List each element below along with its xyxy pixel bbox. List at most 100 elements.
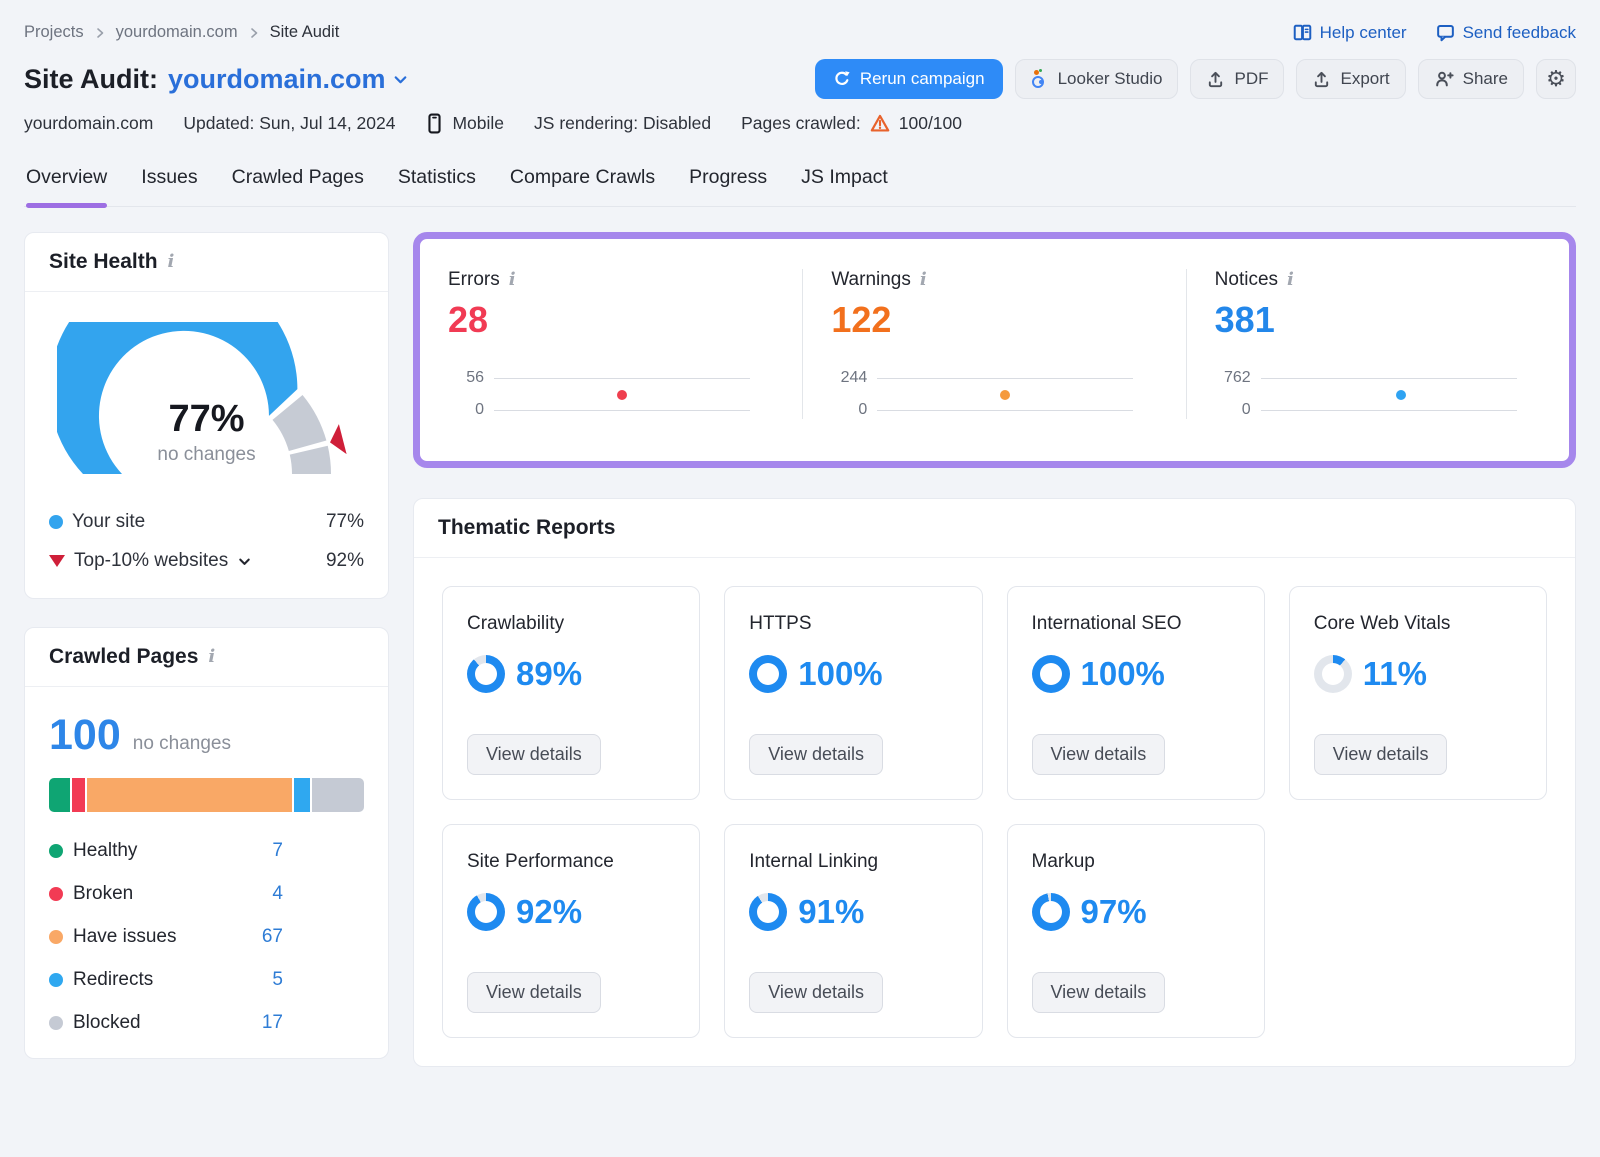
legend-your-site: Your site 77% [49,511,364,533]
notices-label: Notices [1215,269,1278,291]
bar-segment[interactable] [49,778,70,812]
info-icon[interactable]: i [208,648,215,666]
upload-icon [1312,70,1331,89]
meta-pages-crawled: Pages crawled: 100/100 [741,113,962,134]
data-point-dot[interactable] [617,390,627,400]
campaign-selector[interactable]: yourdomain.com [168,64,409,95]
info-icon[interactable]: i [1287,271,1294,289]
site-audit-page: Projects yourdomain.com Site Audit Help … [0,0,1600,1091]
report-tabs: Overview Issues Crawled Pages Statistics… [24,160,1576,207]
errors-trend-chart: 56 0 [448,369,750,419]
tab-progress[interactable]: Progress [689,160,767,206]
campaign-meta-row: yourdomain.com Updated: Sun, Jul 14, 202… [24,113,1576,134]
legend-dot [49,930,63,944]
crawled-pages-card: Crawled Pages i 100 no changes Healthy 7 [24,627,389,1059]
send-feedback-link[interactable]: Send feedback [1435,22,1576,43]
progress-ring [749,655,787,693]
info-icon[interactable]: i [509,271,516,289]
rerun-campaign-button[interactable]: Rerun campaign [815,59,1003,99]
view-details-button[interactable]: View details [467,734,601,775]
speech-bubble-icon [1435,22,1456,43]
tab-statistics[interactable]: Statistics [398,160,476,206]
notices-column: Notices i 381 762 0 [1186,269,1569,419]
report-card-crawlability: Crawlability 89% View details [442,586,700,800]
looker-studio-button[interactable]: Looker Studio [1015,59,1179,99]
list-item-broken: Broken 4 [49,883,364,905]
settings-button[interactable]: ⚙ [1536,59,1576,99]
view-details-button[interactable]: View details [749,734,883,775]
crawled-total: 100 [49,711,121,760]
report-card-https: HTTPS 100% View details [724,586,982,800]
refresh-icon [833,70,851,88]
view-details-button[interactable]: View details [1032,734,1166,775]
breadcrumb-projects[interactable]: Projects [24,23,84,42]
bar-segment[interactable] [72,778,84,812]
tab-crawled-pages[interactable]: Crawled Pages [232,160,364,206]
meta-domain: yourdomain.com [24,113,153,134]
help-center-link[interactable]: Help center [1292,22,1407,43]
upload-icon [1206,70,1225,89]
add-user-icon [1434,69,1454,89]
chevron-right-icon [248,27,260,39]
legend-top10-websites[interactable]: Top-10% websites 92% [49,550,364,572]
view-details-button[interactable]: View details [1314,734,1448,775]
thematic-reports-title: Thematic Reports [438,516,615,540]
errors-count[interactable]: 28 [448,299,774,341]
chevron-down-icon [392,71,409,88]
errors-label: Errors [448,269,500,291]
view-details-button[interactable]: View details [1032,972,1166,1013]
meta-updated: Updated: Sun, Jul 14, 2024 [183,113,395,134]
thematic-reports-card: Thematic Reports Crawlability 89% View d… [413,498,1576,1067]
export-button[interactable]: Export [1296,59,1405,99]
site-health-card: Site Health i 77% no changes Y [24,232,389,599]
crawled-sub: no changes [133,733,231,755]
bar-segment[interactable] [87,778,293,812]
bar-segment[interactable] [294,778,309,812]
crawled-pages-stacked-bar [49,778,364,812]
info-icon[interactable]: i [920,271,927,289]
bar-segment[interactable] [312,778,364,812]
legend-dot [49,887,63,901]
legend-dot [49,844,63,858]
progress-ring [1314,655,1352,693]
notices-count[interactable]: 381 [1215,299,1541,341]
view-details-button[interactable]: View details [467,972,601,1013]
info-icon[interactable]: i [168,253,175,271]
warnings-label: Warnings [831,269,911,291]
breadcrumb-domain[interactable]: yourdomain.com [116,23,238,42]
tab-issues[interactable]: Issues [141,160,197,206]
report-card-markup: Markup 97% View details [1007,824,1265,1038]
list-item-have-issues: Have issues 67 [49,926,364,948]
report-card-site-performance: Site Performance 92% View details [442,824,700,1038]
tab-compare-crawls[interactable]: Compare Crawls [510,160,655,206]
chevron-right-icon [94,27,106,39]
data-point-dot[interactable] [1000,390,1010,400]
crawled-pages-legend: Healthy 7 Broken 4 Have issues 67 [49,840,364,1034]
progress-ring [749,893,787,931]
share-button[interactable]: Share [1418,59,1524,99]
tab-js-impact[interactable]: JS Impact [801,160,888,206]
report-card-core-web-vitals: Core Web Vitals 11% View details [1289,586,1547,800]
view-details-button[interactable]: View details [749,972,883,1013]
list-item-healthy: Healthy 7 [49,840,364,862]
site-health-gauge: 77% no changes [57,322,357,489]
breadcrumb: Projects yourdomain.com Site Audit [24,23,339,42]
book-icon [1292,22,1313,43]
issues-summary-panel: Errors i 28 56 0 Warnings i 122 [413,232,1576,468]
progress-ring [1032,655,1070,693]
crawled-pages-title: Crawled Pages [49,645,198,669]
warnings-count[interactable]: 122 [831,299,1157,341]
data-point-dot[interactable] [1396,390,1406,400]
title-row: Site Audit: yourdomain.com Rerun campaig… [24,59,1576,99]
tab-overview[interactable]: Overview [26,160,107,206]
looker-studio-icon [1031,70,1049,89]
gear-icon: ⚙ [1546,66,1566,92]
overview-content: Site Health i 77% no changes Y [24,207,1576,1091]
warnings-column: Warnings i 122 244 0 [802,269,1185,419]
breadcrumb-site-audit: Site Audit [270,23,340,42]
meta-js-rendering: JS rendering: Disabled [534,113,711,134]
pdf-button[interactable]: PDF [1190,59,1284,99]
page-title: Site Audit: yourdomain.com [24,64,409,95]
legend-dot [49,515,63,529]
warning-triangle-icon[interactable] [869,113,891,134]
